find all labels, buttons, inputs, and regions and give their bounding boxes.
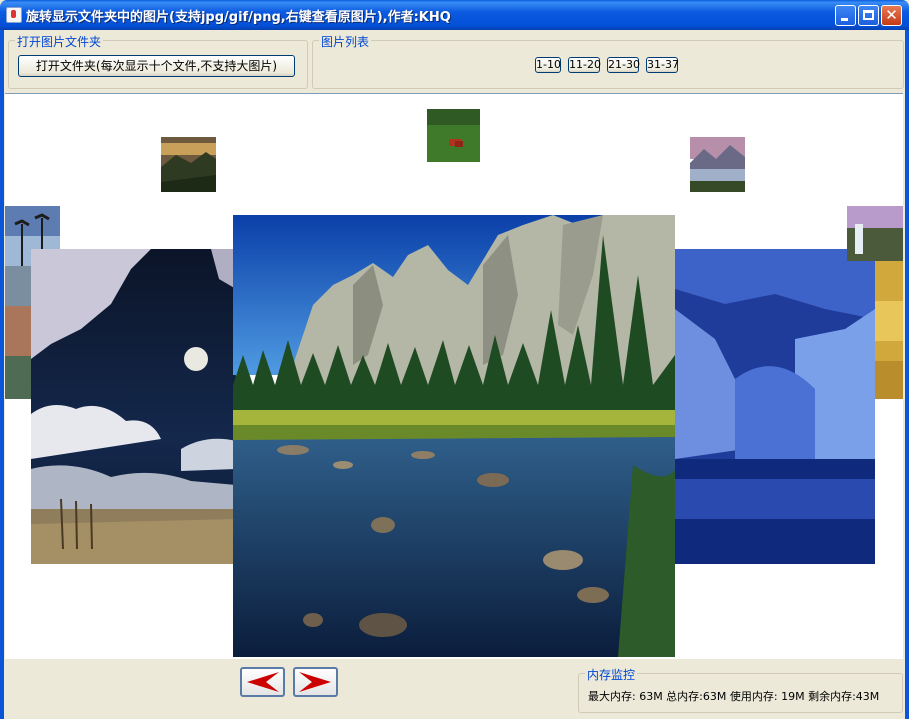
window-border-left <box>0 30 4 719</box>
minimize-icon <box>841 18 848 21</box>
minimize-button[interactable] <box>835 5 856 26</box>
title-bar[interactable]: 旋转显示文件夹中的图片(支持jpg/gif/png,右键查看原图片),作者:KH… <box>0 0 909 30</box>
photo-carousel[interactable] <box>5 93 903 659</box>
window-title: 旋转显示文件夹中的图片(支持jpg/gif/png,右键查看原图片),作者:KH… <box>26 10 451 25</box>
memory-monitor-title: 内存监控 <box>585 666 638 683</box>
photo-thumb-lake-mountains[interactable] <box>690 137 745 192</box>
page-button-1-10[interactable]: 1-10 <box>535 57 561 73</box>
window-border-right <box>905 30 909 719</box>
right-arrow-icon <box>299 672 331 692</box>
open-folder-panel-title: 打开图片文件夹 <box>15 33 104 50</box>
photo-blue-winter-lake[interactable] <box>675 249 875 564</box>
photo-thumb-meadow-animals[interactable] <box>427 109 480 162</box>
close-icon: ✕ <box>885 6 898 24</box>
photo-waterfall-cliff[interactable] <box>847 206 903 261</box>
page-button-31-37[interactable]: 31-37 <box>646 57 679 73</box>
page-button-11-20[interactable]: 11-20 <box>568 57 601 73</box>
java-app-icon[interactable] <box>6 7 22 23</box>
open-folder-button[interactable]: 打开文件夹(每次显示十个文件,不支持大图片) <box>18 55 295 77</box>
left-arrow-icon <box>247 672 279 692</box>
memory-status-text: 最大内存: 63M 总内存:63M 使用内存: 19M 剩余内存:43M <box>588 690 880 703</box>
picture-list-panel-title: 图片列表 <box>319 33 372 50</box>
close-button[interactable]: ✕ <box>881 5 902 26</box>
next-button[interactable] <box>293 667 338 697</box>
photo-thumb-sunset-valley[interactable] <box>161 137 216 192</box>
maximize-button[interactable] <box>858 5 879 26</box>
maximize-icon <box>863 10 874 20</box>
photo-golden-trees[interactable] <box>875 261 903 399</box>
page-button-21-30[interactable]: 21-30 <box>607 57 640 73</box>
previous-button[interactable] <box>240 667 285 697</box>
photo-yosemite-valley[interactable] <box>233 215 675 657</box>
photo-moonlit-night[interactable] <box>31 249 236 564</box>
